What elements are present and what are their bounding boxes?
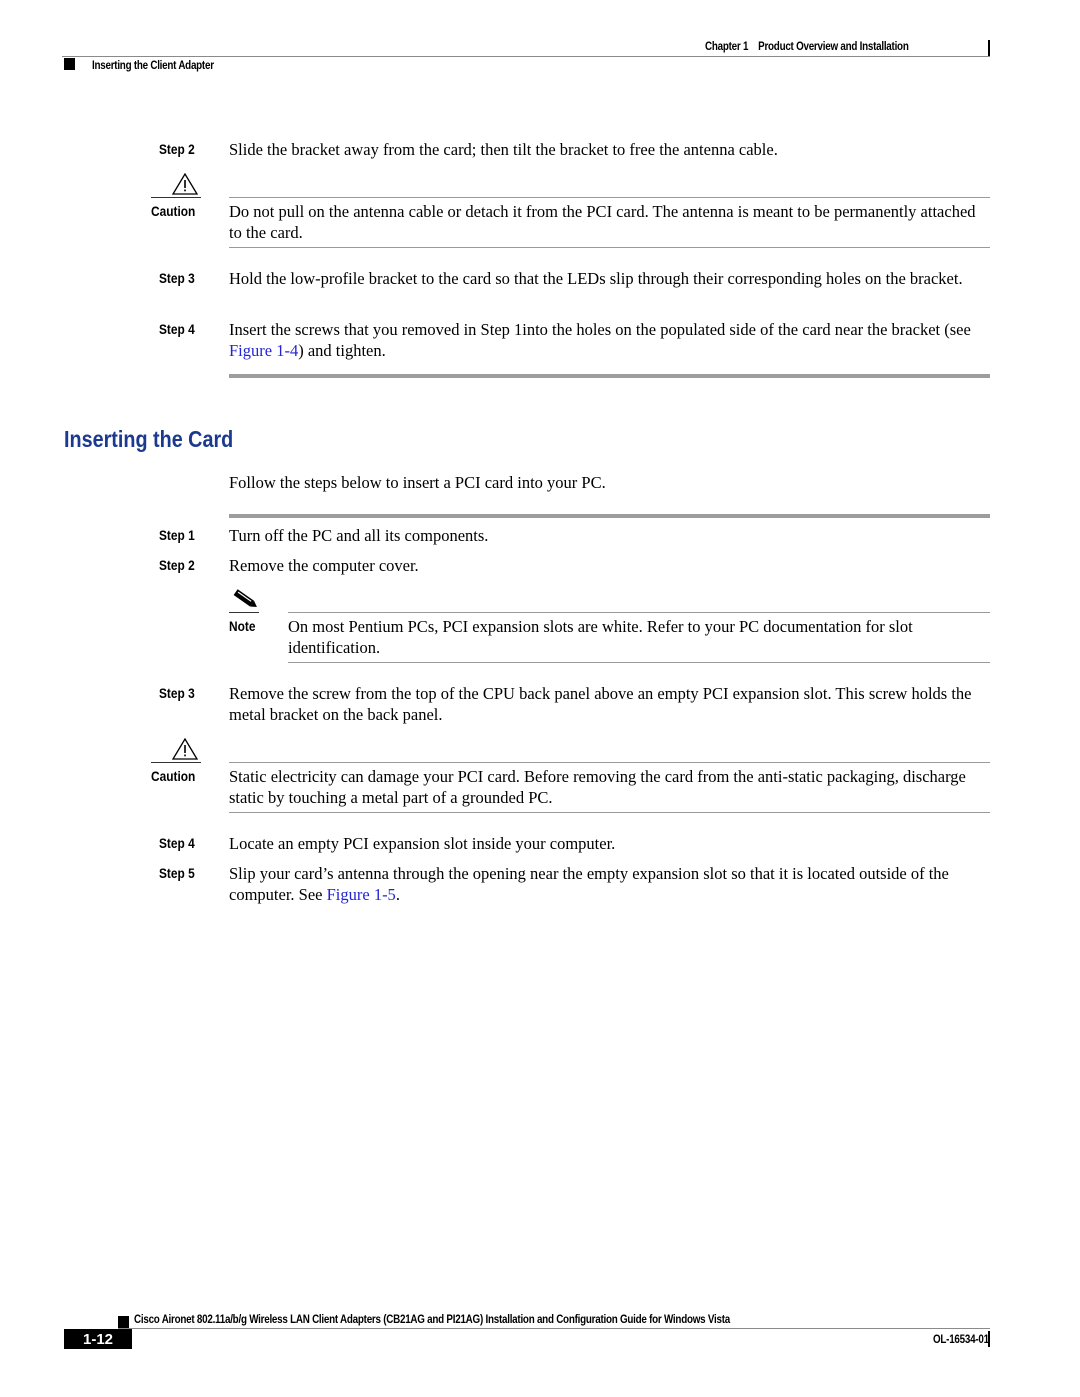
section-title: Inserting the Card [64,426,234,452]
footer-square-marker [118,1316,129,1328]
step-text: Remove the screw from the top of the CPU… [229,684,972,724]
warning-triangle-icon [172,738,198,760]
chapter-title: Product Overview and Installation [758,39,909,53]
note-label: Note [229,618,256,634]
step-text-part: . [395,885,400,904]
caution-text: Do not pull on the antenna cable or deta… [229,202,976,242]
step-label: Step 2 [159,141,195,157]
caution-label: Caution [151,768,196,784]
step-text: Slide the bracket away from the card; th… [229,140,778,159]
warning-triangle-icon [172,173,198,195]
running-header-section: Inserting the Client Adapter [92,58,214,72]
step-label: Step 5 [159,865,195,881]
caution-label: Caution [151,203,196,219]
caution-rule-bottom [229,247,990,248]
step-text: Slip your card’s antenna through the ope… [229,863,991,905]
note-rule-top [288,612,990,613]
caution-text: Static electricity can damage your PCI c… [229,767,966,807]
footer-doc-number: OL-16534-01 [933,1332,989,1346]
step-text-part: ) and tighten. [298,341,386,360]
caution-rule-top [229,762,990,763]
caution-icon-underline [151,762,201,763]
step-text: Insert the screws that you removed in St… [229,319,991,361]
caution-rule-bottom [229,812,990,813]
step-label: Step 1 [159,527,195,543]
note-rule-bottom [288,662,990,663]
footer-guide-title: Cisco Aironet 802.11a/b/g Wireless LAN C… [134,1312,730,1326]
page-number-box: 1-12 [64,1329,132,1349]
footer-bar-marker [988,1331,990,1347]
section-intro: Follow the steps below to insert a PCI c… [229,473,606,492]
header-bar-marker [988,40,990,56]
step-label: Step 4 [159,835,195,851]
page-number: 1-12 [82,1330,114,1348]
caution-icon-underline [151,197,201,198]
figure-link[interactable]: Figure 1-5 [327,885,396,904]
step-text: Turn off the PC and all its components. [229,526,489,545]
step-text: Locate an empty PCI expansion slot insid… [229,834,616,853]
header-rule [62,56,990,57]
step-text: Remove the computer cover. [229,556,419,575]
procedure-end-rule [229,374,990,378]
figure-link[interactable]: Figure 1-4 [229,341,298,360]
note-icon-underline [229,612,259,613]
header-square-marker [64,58,75,70]
procedure-start-rule [229,514,990,518]
pencil-note-icon [233,589,257,608]
note-text: On most Pentium PCs, PCI expansion slots… [288,617,913,657]
running-header-chapter: Chapter 1 Product Overview and Installat… [705,39,909,53]
section-heading: Inserting the Card [64,426,261,453]
step-text-part: Insert the screws that you removed in St… [229,320,971,339]
step-label: Step 3 [159,685,195,701]
step-label: Step 3 [159,270,195,286]
chapter-label: Chapter 1 [705,39,749,53]
footer-rule [118,1328,990,1329]
step-label: Step 4 [159,321,195,337]
step-text: Hold the low-profile bracket to the card… [229,269,963,288]
caution-rule-top [229,197,990,198]
step-label: Step 2 [159,557,195,573]
